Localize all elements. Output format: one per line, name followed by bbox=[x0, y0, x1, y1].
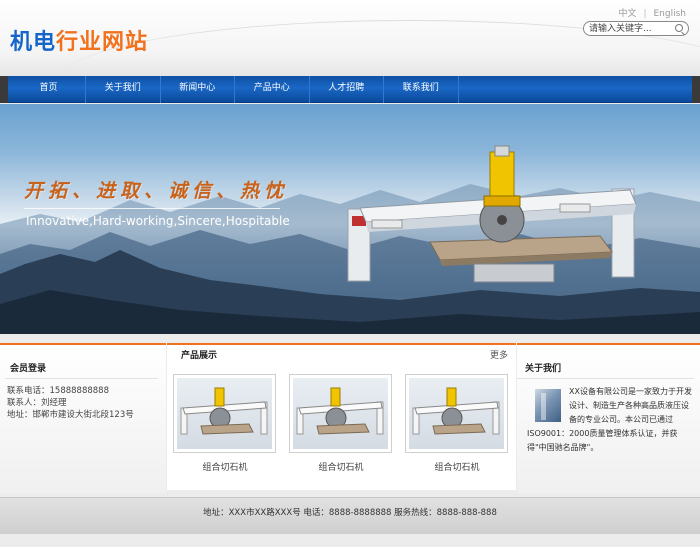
product-thumbnail[interactable] bbox=[405, 374, 508, 453]
contact-info: 联系电话：15888888888 联系人：刘经理 地址：邯郸市建设大街北段123… bbox=[0, 385, 166, 421]
main-nav: 首页 关于我们 新闻中心 产品中心 人才招聘 联系我们 bbox=[0, 76, 700, 103]
products-title-text: 产品展示 bbox=[181, 351, 218, 361]
building-image bbox=[535, 389, 561, 422]
lang-english-link[interactable]: English bbox=[654, 9, 687, 19]
search-input[interactable] bbox=[584, 22, 670, 35]
products-panel: 产品展示 更多 组合切石机 组合切石机 组合切石机 bbox=[167, 343, 516, 490]
product-item[interactable]: 组合切石机 bbox=[405, 374, 509, 473]
product-item[interactable]: 组合切石机 bbox=[289, 374, 393, 473]
about-panel-title: 关于我们 bbox=[517, 359, 694, 379]
lang-separator: | bbox=[643, 9, 647, 19]
logo-text-blue: 机电 bbox=[10, 30, 57, 55]
header: 机电行业网站 中文 | English bbox=[0, 0, 700, 76]
product-list: 组合切石机 组合切石机 组合切石机 bbox=[173, 374, 521, 473]
contact-address: 地址：邯郸市建设大街北段123号 bbox=[7, 410, 134, 420]
banner-divider bbox=[24, 208, 280, 209]
product-caption[interactable]: 组合切石机 bbox=[289, 460, 393, 473]
product-thumbnail[interactable] bbox=[289, 374, 392, 453]
nav-edge-right bbox=[692, 76, 700, 103]
contact-phone: 联系电话：15888888888 bbox=[7, 386, 109, 396]
banner-slogan-english: Innovative,Hard-working,Sincere,Hospitab… bbox=[26, 214, 290, 228]
products-more-link[interactable]: 更多 bbox=[490, 346, 508, 366]
nav-item-about[interactable]: 关于我们 bbox=[86, 76, 161, 103]
nav-item-contact[interactable]: 联系我们 bbox=[384, 76, 459, 103]
page-bottom-margin bbox=[0, 534, 700, 547]
product-image bbox=[293, 378, 388, 449]
footer: 地址：XXX市XX路XXX号 电话：8888-8888888 服务热线：8888… bbox=[0, 497, 700, 534]
contact-person: 联系人：刘经理 bbox=[7, 398, 67, 408]
product-thumbnail[interactable] bbox=[173, 374, 276, 453]
product-caption[interactable]: 组合切石机 bbox=[405, 460, 509, 473]
product-caption[interactable]: 组合切石机 bbox=[173, 460, 277, 473]
member-panel: 会员登录 联系电话：15888888888 联系人：刘经理 地址：邯郸市建设大街… bbox=[0, 343, 166, 493]
about-panel: 关于我们 XX设备有限公司是一家致力于开发设计、制造生产各种高品质液压设备的专业… bbox=[517, 343, 700, 493]
about-content: XX设备有限公司是一家致力于开发设计、制造生产各种高品质液压设备的专业公司。本公… bbox=[517, 379, 700, 455]
search-icon[interactable] bbox=[675, 24, 683, 32]
products-panel-title: 产品展示 更多 bbox=[167, 346, 516, 366]
product-item[interactable]: 组合切石机 bbox=[173, 374, 277, 473]
product-image bbox=[409, 378, 504, 449]
hero-banner: 开拓、进取、诚信、热忱 Innovative,Hard-working,Sinc… bbox=[0, 104, 700, 334]
search-box bbox=[583, 21, 689, 36]
product-image bbox=[177, 378, 272, 449]
nav-item-products[interactable]: 产品中心 bbox=[235, 76, 310, 103]
nav-item-home[interactable]: 首页 bbox=[12, 76, 86, 103]
footer-contact-text: 地址：XXX市XX路XXX号 电话：8888-8888888 服务热线：8888… bbox=[203, 508, 497, 518]
nav-list: 首页 关于我们 新闻中心 产品中心 人才招聘 联系我们 bbox=[12, 76, 459, 103]
nav-item-jobs[interactable]: 人才招聘 bbox=[310, 76, 384, 103]
member-panel-title: 会员登录 bbox=[5, 359, 158, 379]
nav-item-news[interactable]: 新闻中心 bbox=[161, 76, 235, 103]
language-switcher: 中文 | English bbox=[618, 6, 686, 19]
logo-text-orange: 行业网站 bbox=[56, 30, 149, 55]
site-logo[interactable]: 机电行业网站 bbox=[10, 24, 148, 56]
lang-chinese-link[interactable]: 中文 bbox=[618, 9, 636, 19]
nav-edge-left bbox=[0, 76, 8, 103]
banner-slogan: 开拓、进取、诚信、热忱 bbox=[24, 180, 289, 202]
